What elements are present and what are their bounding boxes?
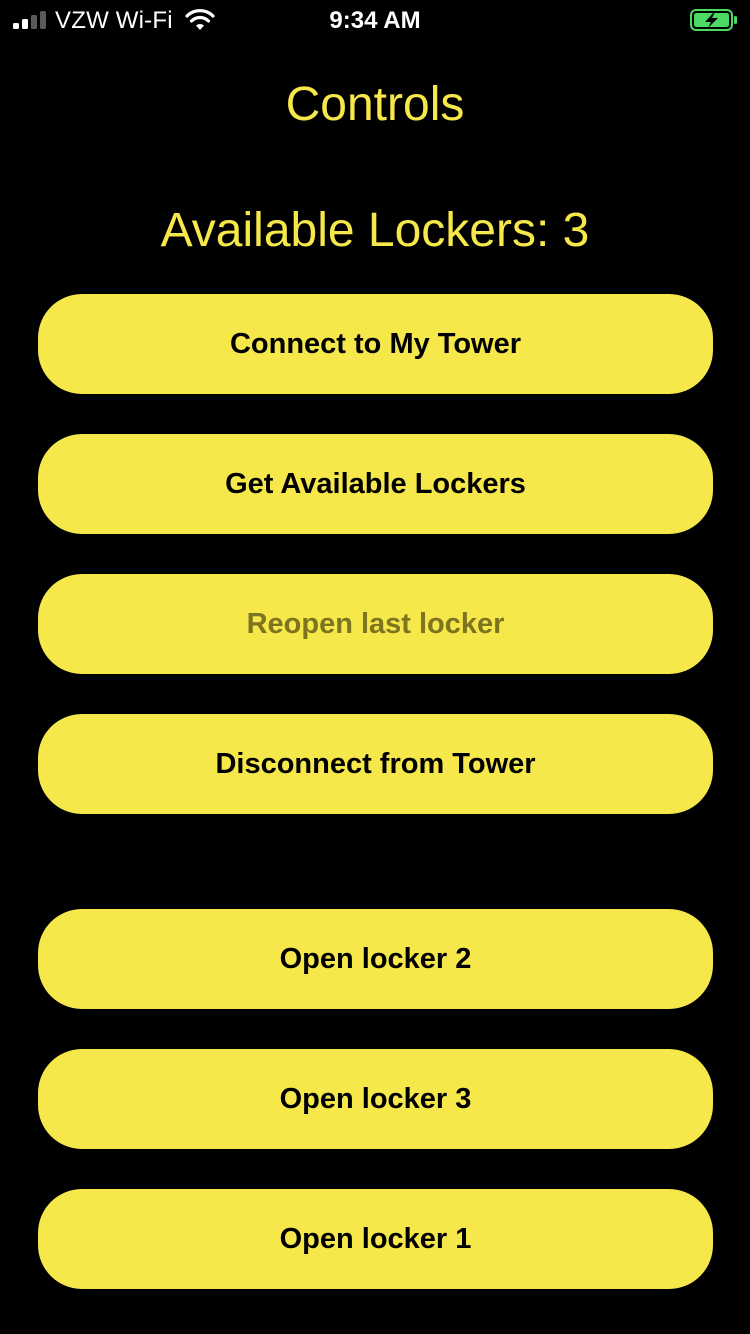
get-available-lockers-button[interactable]: Get Available Lockers [38, 434, 713, 534]
connect-tower-button-label: Connect to My Tower [229, 327, 522, 360]
get-available-lockers-button-label: Get Available Lockers [225, 467, 526, 500]
status-time: 9:34 AM [329, 7, 421, 34]
status-bar: VZW Wi-Fi 9:34 AM [0, 0, 750, 40]
available-lockers-count: Available Lockers: 3 [160, 204, 590, 257]
disconnect-tower-button[interactable]: Disconnect from Tower [38, 714, 713, 814]
connect-tower-button[interactable]: Connect to My Tower [38, 294, 713, 394]
open-locker-3-button-label: Open locker 3 [279, 1082, 472, 1115]
open-locker-1-button[interactable]: Open locker 1 [38, 1189, 713, 1289]
page-title: Controls [285, 78, 465, 131]
battery-charging-icon [690, 9, 737, 31]
reopen-last-locker-button-label: Reopen last locker [246, 607, 505, 640]
open-locker-2-button-label: Open locker 2 [279, 942, 472, 975]
open-locker-1-button-label: Open locker 1 [279, 1222, 472, 1255]
reopen-last-locker-button[interactable]: Reopen last locker [38, 574, 713, 674]
disconnect-tower-button-label: Disconnect from Tower [215, 747, 536, 780]
open-locker-2-button[interactable]: Open locker 2 [38, 909, 713, 1009]
open-locker-3-button[interactable]: Open locker 3 [38, 1049, 713, 1149]
